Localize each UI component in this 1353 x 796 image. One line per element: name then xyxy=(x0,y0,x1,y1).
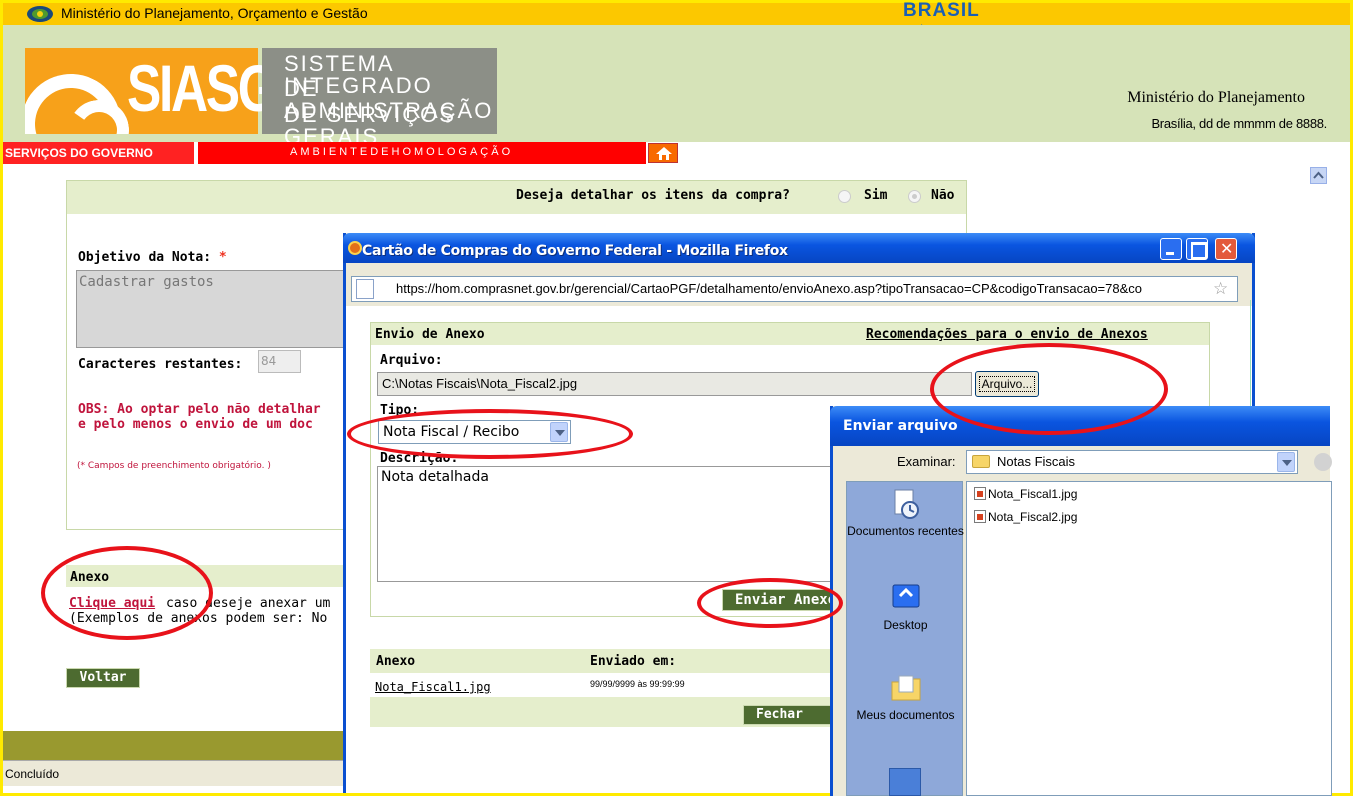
url-text: https://hom.comprasnet.gov.br/gerencial/… xyxy=(396,281,1143,296)
recent-documents-icon xyxy=(894,489,919,519)
attachment-date: 99/99/9999 às 99:99:99 xyxy=(590,679,685,689)
government-seal-icon xyxy=(27,6,53,22)
firefox-title: Cartão de Compras do Governo Federal - M… xyxy=(362,243,788,259)
voltar-button[interactable]: Voltar xyxy=(66,668,140,688)
close-icon: ✕ xyxy=(1220,239,1234,258)
place-label: Desktop xyxy=(883,618,928,632)
desktop-icon xyxy=(892,584,919,608)
file-name: Nota_Fiscal2.jpg xyxy=(988,510,1078,524)
place-recent-documents[interactable]: Documentos recentes xyxy=(847,488,964,538)
place-my-documents[interactable]: Meus documentos xyxy=(847,672,964,722)
examinar-label: Examinar: xyxy=(897,454,956,469)
nav-servicos-governo[interactable]: SERVIÇOS DO GOVERNO xyxy=(3,142,196,164)
home-icon xyxy=(656,147,672,160)
maximize-button[interactable] xyxy=(1186,238,1208,260)
file-dialog-title: Enviar arquivo xyxy=(843,418,958,434)
folder-icon xyxy=(972,455,990,468)
siasg-logo-text: SIASG xyxy=(127,51,278,125)
places-bar: Documentos recentes Desktop Meus documen… xyxy=(846,481,964,796)
file-item[interactable]: Nota_Fiscal2.jpg xyxy=(974,510,1077,524)
objetivo-label-text: Objetivo da Nota: xyxy=(78,250,212,265)
environment-banner: AMBIENTEDEHOMOLOGAÇÃO xyxy=(198,142,646,164)
arquivo-label: Arquivo: xyxy=(380,353,443,368)
place-label: Meus documentos xyxy=(856,708,955,722)
col-anexo: Anexo xyxy=(376,654,416,669)
highlight-clique xyxy=(41,546,213,640)
header-ministry: Ministério do Planejamento xyxy=(1127,89,1305,106)
page-icon xyxy=(356,279,374,299)
image-file-icon xyxy=(974,487,986,500)
highlight-tipo xyxy=(347,409,633,459)
obs-note: OBS: Ao optar pelo não detalhar e pelo m… xyxy=(78,402,321,432)
siasg-subtitle: SISTEMA INTEGRADO DE ADMINISTRAÇÃO DE SE… xyxy=(262,48,497,148)
file-item[interactable]: Nota_Fiscal1.jpg xyxy=(974,487,1077,501)
file-list: Nota_Fiscal1.jpg Nota_Fiscal2.jpg xyxy=(966,481,1332,796)
scroll-up-button[interactable] xyxy=(1310,167,1327,184)
obs-line2: e pelo menos o envio de um doc xyxy=(78,417,313,432)
envio-anexo-title: Envio de Anexo xyxy=(375,327,485,342)
ministry-name: Ministério do Planejamento, Orçamento e … xyxy=(61,5,368,21)
recomendacoes-link[interactable]: Recomendações para o envio de Anexos xyxy=(866,327,1148,342)
chars-remaining-field: 84 xyxy=(258,350,301,373)
footer-bar xyxy=(3,731,343,760)
chevron-down-icon[interactable] xyxy=(1277,452,1295,472)
brasil-logo: BRASIL UM PAÍS DE TODOS xyxy=(903,1,980,32)
attachment-link[interactable]: Nota_Fiscal1.jpg xyxy=(375,680,491,694)
chars-remaining-label: Caracteres restantes: xyxy=(78,357,243,372)
detail-question: Deseja detalhar os itens da compra? xyxy=(516,188,790,203)
home-button[interactable] xyxy=(648,143,678,163)
look-in-select[interactable]: Notas Fiscais xyxy=(966,450,1298,474)
objetivo-textarea[interactable]: Cadastrar gastos xyxy=(76,270,346,348)
radio-nao[interactable] xyxy=(908,190,921,203)
radio-sim-label: Sim xyxy=(864,188,888,203)
descricao-textarea[interactable]: Nota detalhada xyxy=(377,466,837,582)
obs-line1: OBS: Ao optar pelo não detalhar xyxy=(78,402,321,417)
objetivo-label: Objetivo da Nota: * xyxy=(78,250,227,265)
highlight-enviar xyxy=(697,578,843,628)
status-text: Concluído xyxy=(5,767,60,781)
minimize-button[interactable] xyxy=(1160,238,1182,260)
back-icon[interactable] xyxy=(1314,453,1332,471)
file-name: Nota_Fiscal1.jpg xyxy=(988,487,1078,501)
image-file-icon xyxy=(974,510,986,523)
my-computer-icon[interactable] xyxy=(889,768,921,796)
place-desktop[interactable]: Desktop xyxy=(847,582,964,632)
ministry-bar: Ministério do Planejamento, Orçamento e … xyxy=(3,3,1350,25)
radio-nao-label: Não xyxy=(931,188,955,203)
bookmark-star-icon[interactable]: ☆ xyxy=(1213,279,1228,299)
place-label: Documentos recentes xyxy=(847,524,964,538)
col-enviado: Enviado em: xyxy=(590,654,677,669)
my-documents-icon xyxy=(891,675,920,701)
file-path-input[interactable]: C:\Notas Fiscais\Nota_Fiscal2.jpg xyxy=(377,372,972,396)
close-button[interactable]: ✕ xyxy=(1215,238,1237,260)
highlight-browse xyxy=(930,343,1168,435)
fechar-button[interactable]: Fechar xyxy=(743,705,831,725)
required-mark: * xyxy=(218,250,227,265)
firefox-icon xyxy=(348,241,362,255)
chevron-up-icon xyxy=(1313,171,1324,179)
radio-sim[interactable] xyxy=(838,190,851,203)
required-fields-note: (* Campos de preenchimento obrigatório. … xyxy=(77,461,271,471)
header-date: Brasília, dd de mmmm de 8888. xyxy=(1151,116,1327,131)
